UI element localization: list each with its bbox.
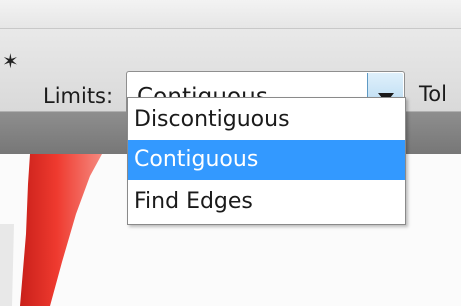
- tolerance-label: Tol: [419, 82, 447, 106]
- limits-label: Limits:: [43, 84, 114, 108]
- option-discontiguous[interactable]: Discontiguous: [128, 100, 405, 140]
- top-menu-strip: [0, 0, 461, 29]
- limits-dropdown-list: Discontiguous Contiguous Find Edges: [127, 97, 406, 225]
- option-find-edges[interactable]: Find Edges: [128, 182, 405, 222]
- magic-wand-icon[interactable]: ✶: [2, 51, 19, 71]
- option-contiguous[interactable]: Contiguous: [128, 140, 405, 180]
